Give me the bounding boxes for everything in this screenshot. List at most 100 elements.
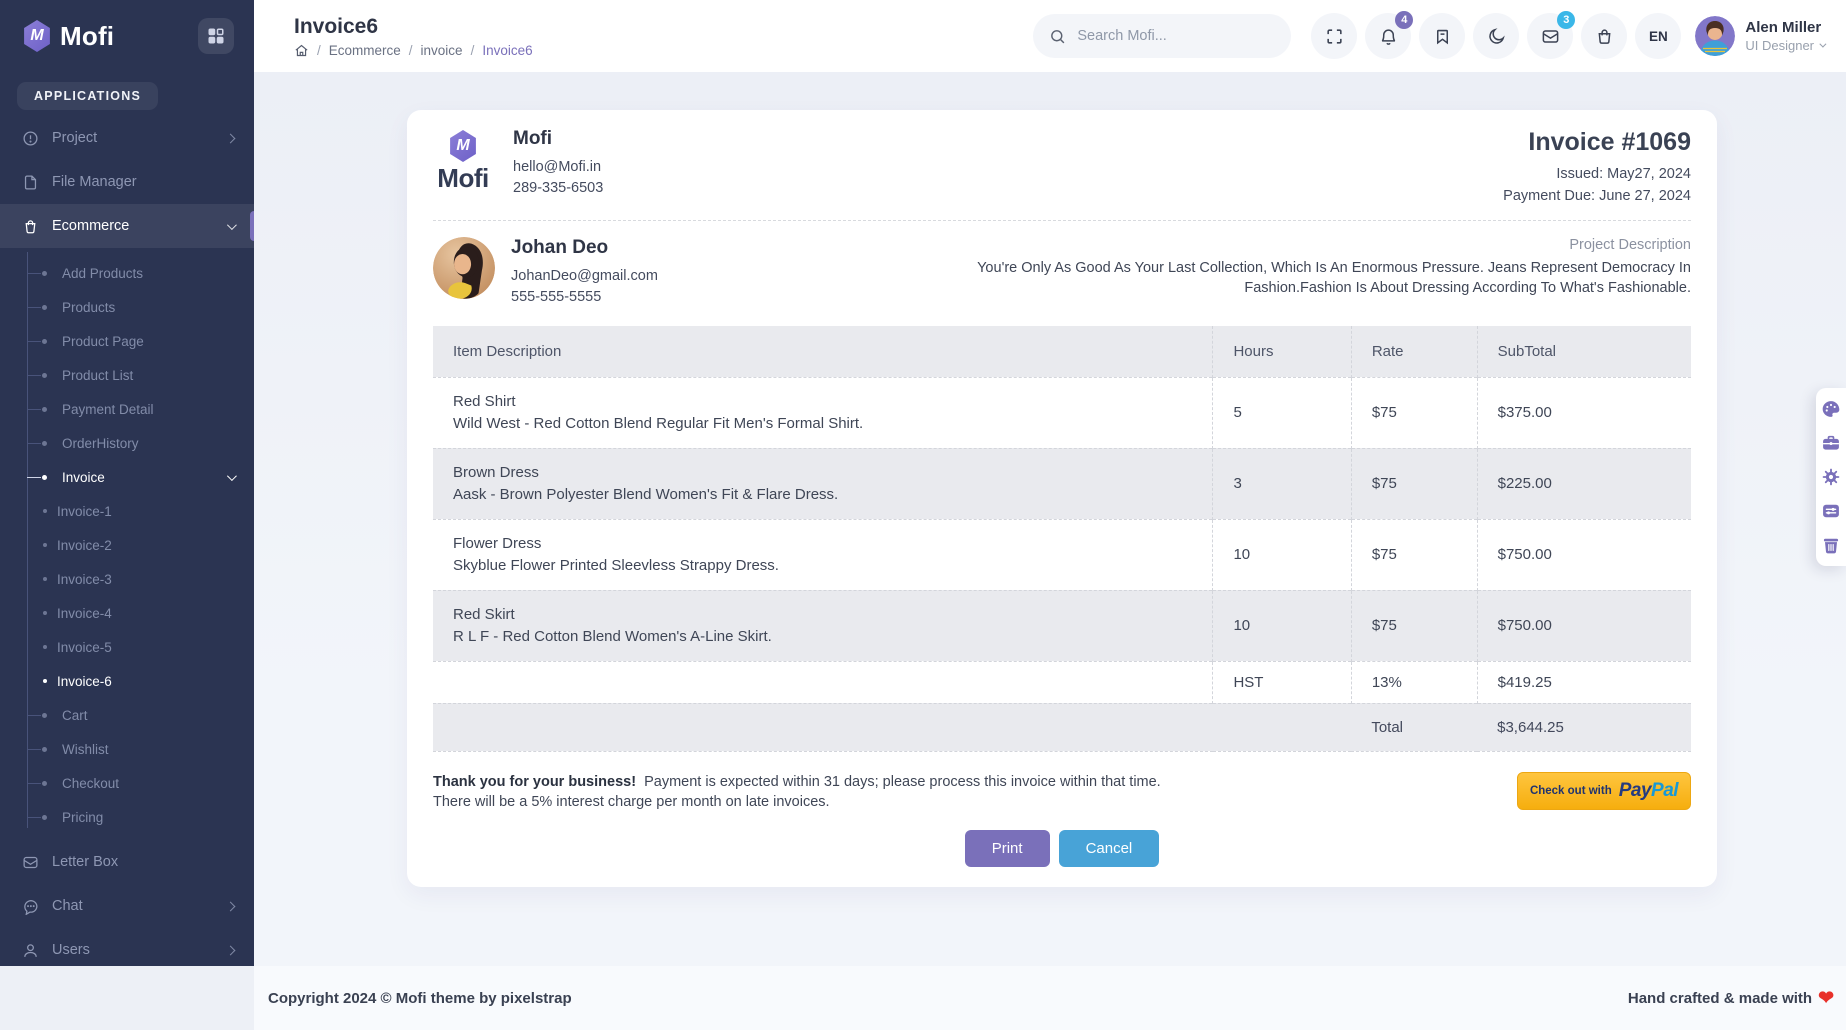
made-with-label: Hand crafted & made with [1627, 989, 1813, 1007]
sidebar-item-chat[interactable]: Chat [0, 884, 254, 928]
chevron-right-icon [225, 945, 236, 955]
sidebar-item-label: Users [52, 942, 90, 958]
item-cell: Red Skirt R L F - Red Cotton Blend Women'… [433, 590, 1213, 661]
sidebar-item-invoice-1[interactable]: Invoice-1 [0, 494, 254, 528]
thank-you-bold: Thank you for your business! [433, 773, 637, 790]
sidebar-item-invoice-4[interactable]: Invoice-4 [0, 596, 254, 630]
sidebar-item-orderhistory[interactable]: OrderHistory [0, 426, 254, 460]
alert-circle-icon [23, 130, 38, 146]
invoice-items-table: Item Description Hours Rate SubTotal Red… [433, 325, 1691, 752]
empty-cell [433, 661, 1213, 703]
invoice-meta: Invoice #1069 Issued: May27, 2024 Paymen… [1503, 128, 1691, 208]
customer-section: Johan Deo JohanDeo@gmail.com 555-555-555… [433, 221, 1691, 326]
col-subtotal: SubTotal [1476, 325, 1691, 378]
app-window: M Mofi APPLICATIONS Project File Manager… [0, 0, 1846, 1030]
sidebar-subitem-label: Product List [62, 367, 134, 383]
user-menu[interactable]: Alen Miller UI Designer [1695, 16, 1827, 56]
search-bar [1033, 14, 1292, 58]
sidebar-item-product-list[interactable]: Product List [0, 358, 254, 392]
sidebar-item-cart[interactable]: Cart [0, 698, 254, 732]
sidebar-subitem-label: Wishlist [62, 741, 109, 757]
print-button[interactable]: Print [964, 830, 1050, 868]
item-desc: Wild West - Red Cotton Blend Regular Fit… [453, 414, 864, 432]
notifications-button[interactable]: 4 [1365, 11, 1414, 59]
sidebar-item-ecommerce[interactable]: Ecommerce [0, 204, 254, 248]
paypal-logo: PayPal [1619, 780, 1679, 802]
sidebar-item-pricing[interactable]: Pricing [0, 800, 254, 834]
invoice-due: Payment Due: June 27, 2024 [1503, 187, 1691, 204]
sliders-icon[interactable] [1821, 501, 1841, 521]
sidebar-item-label: File Manager [52, 174, 137, 190]
invoice-number: Invoice #1069 [1528, 128, 1691, 156]
sidebar-item-add-products[interactable]: Add Products [0, 256, 254, 290]
customer-phone: 555-555-5555 [511, 288, 602, 305]
item-rate: $75 [1350, 519, 1478, 591]
sidebar-item-users[interactable]: Users [0, 928, 254, 966]
user-role-label: UI Designer [1745, 38, 1814, 53]
fullscreen-button[interactable] [1311, 13, 1358, 59]
palette-icon[interactable] [1821, 399, 1841, 419]
item-subtotal: $750.00 [1476, 590, 1691, 662]
customer-info: Johan Deo JohanDeo@gmail.com 555-555-555… [511, 237, 658, 308]
top-header: Invoice6 Ecommerce invoice Invoice6 4 [254, 0, 1846, 72]
sidebar-item-invoice-2[interactable]: Invoice-2 [0, 528, 254, 562]
envelope-icon [23, 856, 38, 868]
notification-badge: 4 [1395, 11, 1414, 29]
sidebar-item-wishlist[interactable]: Wishlist [0, 732, 254, 766]
sidebar-item-payment-detail[interactable]: Payment Detail [0, 392, 254, 426]
heart-icon: ❤ [1818, 987, 1834, 1009]
empty-cell [433, 703, 1213, 751]
breadcrumb-invoice[interactable]: invoice [401, 43, 463, 58]
home-icon[interactable] [294, 43, 309, 58]
sidebar-item-invoice[interactable]: Invoice [0, 460, 254, 494]
item-rate: $75 [1350, 448, 1478, 520]
paypal-prefix: Check out with [1529, 784, 1612, 797]
breadcrumb-ecommerce[interactable]: Ecommerce [309, 43, 401, 58]
sidebar-item-label: Letter Box [52, 854, 119, 870]
title-block: Invoice6 Ecommerce invoice Invoice6 [294, 15, 533, 58]
sidebar-item-products[interactable]: Products [0, 290, 254, 324]
item-desc: Aask - Brown Polyester Blend Women's Fit… [453, 485, 839, 503]
sidebar-subitem-label: Invoice-4 [57, 605, 112, 621]
sidebar-logo-row: M Mofi [0, 0, 254, 72]
sidebar-item-letter-box[interactable]: Letter Box [0, 840, 254, 884]
search-input[interactable] [1075, 27, 1276, 45]
sidebar-item-checkout[interactable]: Checkout [0, 766, 254, 800]
customizer-panel [1816, 388, 1846, 566]
paypal-checkout-button[interactable]: Check out with PayPal [1517, 771, 1691, 810]
cancel-button[interactable]: Cancel [1058, 830, 1160, 868]
gear-icon[interactable] [1821, 467, 1841, 487]
tax-label: HST [1212, 661, 1352, 704]
trash-icon[interactable] [1821, 535, 1841, 555]
mofi-logo-letter: M [456, 137, 470, 154]
sidebar-subitem-label: Pricing [62, 809, 104, 825]
sidebar-item-product-page[interactable]: Product Page [0, 324, 254, 358]
sidebar-item-invoice-6[interactable]: Invoice-6 [0, 664, 254, 698]
sidebar-subitem-label: Invoice-1 [57, 503, 112, 519]
table-row: Flower Dress Skyblue Flower Printed Sleev… [433, 519, 1691, 591]
sidebar-item-invoice-3[interactable]: Invoice-3 [0, 562, 254, 596]
dark-mode-button[interactable] [1473, 13, 1520, 59]
page-title: Invoice6 [294, 14, 379, 38]
sidebar-item-project[interactable]: Project [0, 116, 254, 160]
sidebar-subitem-label: Add Products [62, 265, 144, 281]
col-item-description: Item Description [433, 325, 1213, 378]
sidebar-item-invoice-5[interactable]: Invoice-5 [0, 630, 254, 664]
sidebar-toggle-button[interactable] [198, 18, 234, 54]
project-description-text: You're Only As Good As Your Last Collect… [977, 259, 1691, 296]
made-with-text: Hand crafted & made with ❤ [1628, 989, 1834, 1008]
item-hours: 3 [1212, 448, 1352, 520]
sidebar-item-label: Ecommerce [52, 218, 130, 234]
sidebar-item-label: Chat [52, 898, 83, 914]
tax-amount: $419.25 [1476, 661, 1691, 704]
briefcase-icon[interactable] [1821, 433, 1841, 453]
notes-row: Thank you for your business! Payment is … [433, 771, 1691, 813]
sidebar-item-file-manager[interactable]: File Manager [0, 160, 254, 204]
cart-button[interactable] [1581, 13, 1628, 59]
user-icon [24, 943, 37, 957]
file-icon [24, 174, 37, 190]
messages-button[interactable]: 3 [1527, 11, 1576, 59]
ecommerce-submenu: Add Products Products Product Page Produ… [0, 248, 254, 840]
bookmark-button[interactable] [1419, 13, 1466, 59]
language-button[interactable]: EN [1635, 13, 1682, 59]
